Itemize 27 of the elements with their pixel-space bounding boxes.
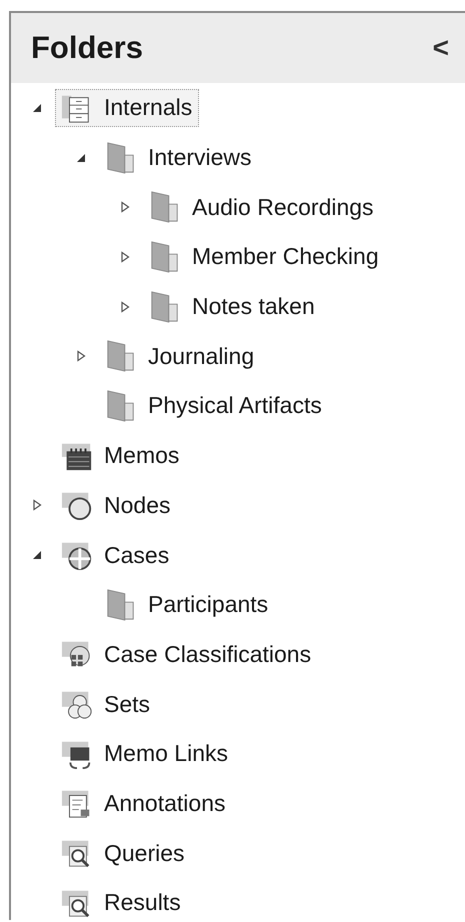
collapsed-arrow-icon[interactable]	[31, 499, 43, 512]
tree-item[interactable]: Sets	[55, 685, 158, 724]
tree-item[interactable]: Queries	[55, 834, 192, 872]
panel-title: Folders	[31, 30, 143, 66]
expanded-arrow-icon[interactable]	[31, 102, 43, 114]
tree-item[interactable]: Audio Recordings	[143, 188, 381, 226]
tree-item[interactable]: Case Classifications	[55, 635, 318, 674]
tree-item[interactable]: Memos	[55, 436, 186, 475]
expanded-arrow-icon[interactable]	[31, 549, 43, 562]
tree-item[interactable]: Annotations	[55, 784, 232, 822]
collapsed-arrow-icon[interactable]	[119, 201, 131, 214]
tree-item[interactable]: Internals	[55, 88, 200, 127]
collapse-button[interactable]: <	[428, 32, 453, 64]
tree-item[interactable]: Interviews	[99, 138, 259, 177]
tree-item[interactable]: Cases	[55, 536, 176, 574]
tree-item[interactable]: Nodes	[55, 486, 178, 524]
tree-item[interactable]: Physical Artifacts	[99, 386, 329, 425]
tree-item[interactable]: Notes taken	[143, 288, 322, 326]
tree-item[interactable]: Member Checking	[143, 238, 386, 276]
collapsed-arrow-icon[interactable]	[119, 300, 131, 313]
tree-item[interactable]: Results	[55, 884, 188, 922]
tree-item[interactable]: Memo Links	[55, 734, 235, 773]
expanded-arrow-icon[interactable]	[75, 152, 87, 164]
tree-item[interactable]: Participants	[99, 586, 276, 624]
collapsed-arrow-icon[interactable]	[75, 350, 87, 362]
tree-item[interactable]: Journaling	[99, 337, 262, 376]
collapsed-arrow-icon[interactable]	[119, 250, 131, 263]
